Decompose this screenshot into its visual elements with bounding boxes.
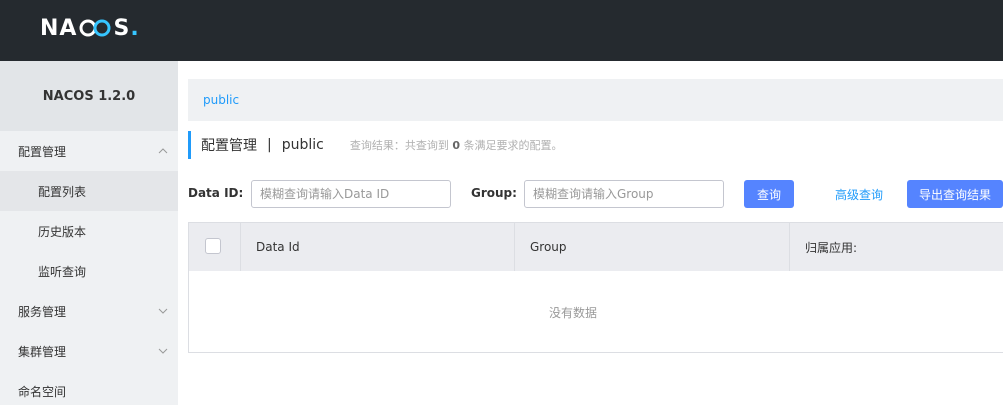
group-label: Group: [471, 186, 517, 200]
page-title: 配置管理 [201, 138, 257, 154]
advanced-search-link[interactable]: 高级查询 [835, 186, 883, 203]
empty-text: 没有数据 [549, 305, 598, 320]
sidebar-item-history[interactable]: 历史版本 [0, 211, 178, 251]
table-header: Data Id Group 归属应用: [189, 223, 1003, 271]
column-header-group[interactable]: Group [530, 223, 567, 271]
sidebar-group-cluster[interactable]: 集群管理 [0, 331, 178, 371]
logo-infinity-icon [78, 18, 112, 38]
sidebar-group-label: 集群管理 [18, 344, 67, 359]
column-divider [789, 223, 790, 271]
page-namespace: public [281, 137, 324, 153]
nacos-logo[interactable]: N A S . [40, 15, 139, 41]
query-result-summary: 查询结果：共查询到 0 条满足要求的配置。 [350, 137, 563, 153]
column-header-app[interactable]: 归属应用: [805, 223, 857, 271]
logo-letter: N [40, 15, 60, 41]
logo-dot: . [130, 15, 139, 41]
sidebar-group-config[interactable]: 配置管理 [0, 131, 178, 171]
result-prefix: 查询结果：共查询到 [349, 139, 449, 152]
column-header-data-id[interactable]: Data Id [256, 223, 300, 271]
sidebar-item-listener[interactable]: 监听查询 [0, 251, 178, 291]
data-id-input[interactable] [251, 180, 451, 208]
select-all-checkbox[interactable] [205, 238, 221, 254]
empty-state: 没有数据 [189, 271, 1003, 353]
column-divider [514, 223, 515, 271]
result-count: 0 [452, 139, 460, 152]
namespace-bar: public [188, 79, 1003, 121]
top-navbar: N A S . [0, 0, 1003, 61]
logo-letter: A [59, 15, 78, 41]
sidebar: NACOS 1.2.0 配置管理 配置列表 历史版本 监听查询 服务管理 集群管… [0, 61, 178, 405]
search-button[interactable]: 查询 [744, 180, 794, 208]
sidebar-group-label: 命名空间 [18, 384, 67, 399]
sidebar-group-label: 服务管理 [18, 304, 67, 319]
group-input[interactable] [524, 180, 724, 208]
title-separator: | [267, 137, 272, 153]
sidebar-item-config-list[interactable]: 配置列表 [0, 171, 178, 211]
result-suffix: 条满足要求的配置。 [463, 139, 563, 152]
logo-letter: S [113, 15, 131, 41]
sidebar-group-label: 配置管理 [18, 144, 67, 159]
sidebar-group-service[interactable]: 服务管理 [0, 291, 178, 331]
chevron-down-icon [158, 306, 168, 317]
version-label: NACOS 1.2.0 [0, 61, 178, 131]
config-table: Data Id Group 归属应用: 没有数据 [188, 222, 1003, 353]
chevron-up-icon [158, 146, 168, 157]
page-header: 配置管理 | public 查询结果：共查询到 0 条满足要求的配置。 [188, 131, 563, 159]
namespace-link-public[interactable]: public [203, 93, 239, 107]
column-divider [240, 223, 241, 271]
chevron-down-icon [158, 346, 168, 357]
sidebar-item-namespace[interactable]: 命名空间 [0, 371, 178, 411]
export-button[interactable]: 导出查询结果 [907, 180, 1003, 208]
data-id-label: Data ID: [188, 186, 244, 200]
